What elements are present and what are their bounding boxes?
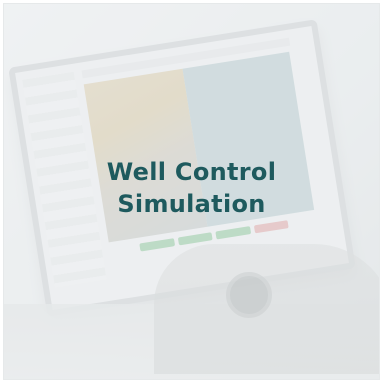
course-card[interactable]: Well Control Simulation [3, 3, 380, 380]
card-title-line-1: Well Control [106, 158, 277, 186]
card-title[interactable]: Well Control Simulation [4, 156, 379, 220]
card-title-line-2: Simulation [117, 190, 266, 218]
